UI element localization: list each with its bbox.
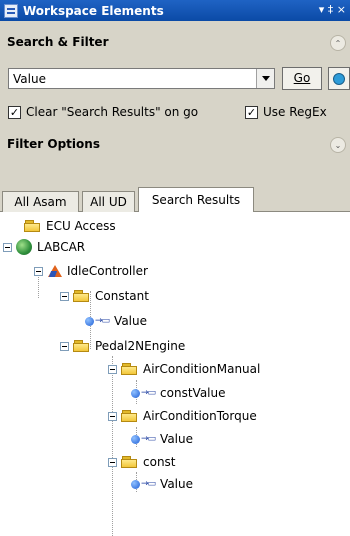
folder-icon (73, 339, 91, 353)
search-combo[interactable] (8, 68, 275, 89)
tree-item-constant[interactable]: Constant (60, 286, 149, 306)
tree-item-value[interactable]: →▭ Value (131, 474, 193, 494)
collapse-search-filter-icon[interactable]: ⌃ (330, 35, 346, 51)
tree-item-idlecontroller[interactable]: IdleController (34, 261, 148, 281)
search-input[interactable] (9, 69, 253, 88)
use-regex-checkbox[interactable]: ✓ (245, 106, 258, 119)
filter-options-title: Filter Options (7, 137, 100, 151)
variable-icon: →▭ (131, 434, 156, 444)
clear-results-label: Clear "Search Results" on go (26, 105, 199, 119)
folder-icon (121, 409, 139, 423)
window-controls[interactable]: ▾ ‡ × (319, 3, 346, 16)
tree-item-label: Value (160, 477, 193, 491)
expand-filter-options-icon[interactable]: ⌄ (330, 137, 346, 153)
tree-connector (112, 356, 113, 536)
tree-item-label: AirConditionManual (143, 362, 261, 376)
tree-item-ecu-access[interactable]: ECU Access (24, 216, 116, 236)
tree-item-label: Constant (95, 289, 149, 303)
globe-icon (16, 239, 32, 255)
collapse-toggle-icon[interactable] (108, 364, 117, 374)
variable-icon: →▭ (131, 479, 156, 489)
tree-item-value[interactable]: →▭ Value (85, 311, 147, 331)
tree-item-const[interactable]: const (108, 452, 176, 472)
search-filter-title: Search & Filter (7, 35, 109, 49)
workspace-icon (4, 3, 18, 18)
tab-all-asam[interactable]: All Asam (2, 191, 79, 212)
tree-item-label: Value (114, 314, 147, 328)
tree-item-label: Pedal2NEngine (95, 339, 186, 353)
collapse-toggle-icon[interactable] (60, 341, 69, 351)
tree-item-label: IdleController (67, 264, 148, 278)
folder-icon (24, 219, 42, 233)
refresh-icon (333, 73, 345, 85)
tree-item-labcar[interactable]: LABCAR (3, 237, 85, 257)
variable-icon: →▭ (85, 316, 110, 326)
search-filter-panel: Search & Filter ⌃ Go ✓ Clear "Search Res… (0, 21, 350, 159)
collapse-toggle-icon[interactable] (60, 291, 69, 301)
tree-item-pedal2nengine[interactable]: Pedal2NEngine (60, 336, 185, 356)
tree-item-constvalue[interactable]: →▭ constValue (131, 383, 226, 403)
tab-all-ud[interactable]: All UD (82, 191, 135, 212)
folder-icon (73, 289, 91, 303)
tree-item-label: constValue (160, 386, 226, 400)
variable-icon: →▭ (131, 388, 156, 398)
search-results-tree: ECU Access LABCAR IdleController Constan… (0, 212, 350, 536)
tree-item-airconditionmanual[interactable]: AirConditionManual (108, 359, 260, 379)
window-title: Workspace Elements (23, 3, 164, 18)
tree-item-label: LABCAR (37, 240, 86, 254)
tree-item-label: ECU Access (46, 219, 116, 233)
tree-item-airconditiontorque[interactable]: AirConditionTorque (108, 406, 257, 426)
collapse-toggle-icon[interactable] (3, 242, 12, 252)
folder-icon (121, 362, 139, 376)
refresh-button[interactable] (328, 67, 350, 90)
use-regex-label: Use RegEx (263, 105, 327, 119)
chevron-down-icon[interactable] (256, 69, 274, 88)
collapse-toggle-icon[interactable] (108, 457, 117, 467)
folder-icon (121, 455, 139, 469)
collapse-toggle-icon[interactable] (108, 411, 117, 421)
tree-item-label: Value (160, 432, 193, 446)
tree-item-value[interactable]: →▭ Value (131, 429, 193, 449)
window-titlebar: Workspace Elements ▾ ‡ × (0, 0, 350, 21)
collapse-toggle-icon[interactable] (34, 266, 43, 276)
matlab-icon (47, 263, 63, 279)
tree-item-label: AirConditionTorque (143, 409, 257, 423)
tab-search-results[interactable]: Search Results (138, 187, 254, 212)
clear-results-checkbox[interactable]: ✓ (8, 106, 21, 119)
go-button[interactable]: Go (282, 67, 322, 90)
tab-strip: All Asam All UD Search Results (0, 159, 350, 212)
tree-item-label: const (143, 455, 176, 469)
